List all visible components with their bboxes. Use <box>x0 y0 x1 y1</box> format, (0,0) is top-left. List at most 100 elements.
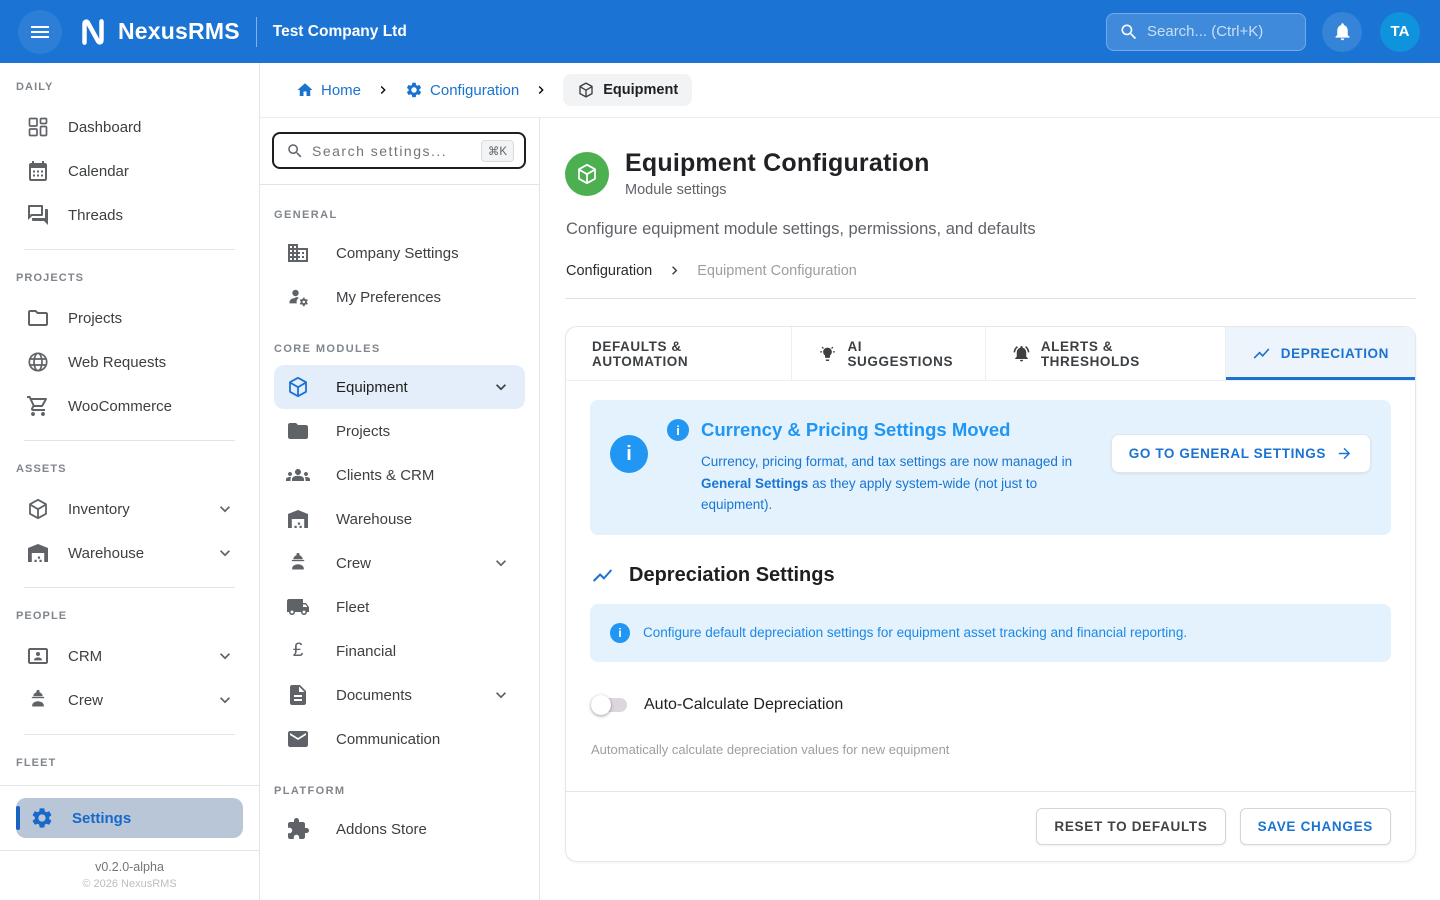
sidebar-item-web-requests[interactable]: Web Requests <box>0 340 259 384</box>
info-icon: i <box>610 435 648 473</box>
settings-item-warehouse[interactable]: Warehouse <box>260 497 539 541</box>
sidebar-item-inventory[interactable]: Inventory <box>0 487 259 531</box>
sidebar-item-label: Calendar <box>68 163 129 180</box>
section-label-assets: ASSETS <box>0 463 259 475</box>
sidebar-item-crm[interactable]: CRM <box>0 634 259 678</box>
header-rule <box>565 298 1416 299</box>
sidebar-item-crew[interactable]: Crew <box>0 678 259 722</box>
button-label: GO TO GENERAL SETTINGS <box>1129 446 1326 461</box>
gear-icon <box>405 81 423 99</box>
page-description: Configure equipment module settings, per… <box>566 220 1416 239</box>
contact-card-icon <box>26 644 50 668</box>
sub-breadcrumb-configuration[interactable]: Configuration <box>566 263 652 279</box>
toggle-thumb <box>591 695 611 715</box>
breadcrumb-label: Home <box>321 82 361 99</box>
puzzle-icon <box>286 817 310 841</box>
building-icon <box>286 241 310 265</box>
tab-ai-suggestions[interactable]: AI SUGGESTIONS <box>792 327 985 380</box>
cart-icon <box>26 394 50 418</box>
tab-depreciation[interactable]: DEPRECIATION <box>1226 327 1415 380</box>
notifications-button[interactable] <box>1322 12 1362 52</box>
sidebar-item-label: Threads <box>68 207 123 224</box>
section-label-projects: PROJECTS <box>0 272 259 284</box>
global-search[interactable] <box>1106 13 1306 51</box>
tab-defaults-automation[interactable]: DEFAULTS & AUTOMATION <box>566 327 792 380</box>
sidebar-item-projects[interactable]: Projects <box>0 296 259 340</box>
dashboard-icon <box>26 115 50 139</box>
user-avatar[interactable]: TA <box>1380 12 1420 52</box>
settings-item-documents[interactable]: Documents <box>260 673 539 717</box>
settings-item-projects[interactable]: Projects <box>260 409 539 453</box>
settings-item-label: Equipment <box>336 379 408 396</box>
chevron-down-icon <box>491 685 511 705</box>
depreciation-heading: Depreciation Settings <box>591 564 1391 587</box>
toggle-label: Auto-Calculate Depreciation <box>644 696 843 714</box>
go-to-general-settings-button[interactable]: GO TO GENERAL SETTINGS <box>1111 434 1371 473</box>
hamburger-menu-button[interactable] <box>18 10 62 54</box>
settings-search[interactable]: ⌘K <box>272 132 526 169</box>
page-subtitle: Module settings <box>625 182 930 198</box>
settings-item-addons-store[interactable]: Addons Store <box>260 807 539 851</box>
banner-body: Currency, pricing format, and tax settin… <box>701 451 1092 516</box>
tab-label: DEPRECIATION <box>1281 346 1389 361</box>
sidebar-divider <box>24 734 235 735</box>
top-header: NexusRMS Test Company Ltd TA <box>0 0 1440 63</box>
save-changes-button[interactable]: SAVE CHANGES <box>1240 808 1391 845</box>
settings-search-input[interactable] <box>312 143 473 159</box>
settings-item-clients-crm[interactable]: Clients & CRM <box>260 453 539 497</box>
reset-to-defaults-button[interactable]: RESET TO DEFAULTS <box>1036 808 1225 845</box>
sidebar-item-label: Projects <box>68 310 122 327</box>
box-icon <box>286 375 310 399</box>
chevron-right-icon <box>666 262 683 279</box>
folder-icon <box>286 419 310 443</box>
arrow-right-icon <box>1336 445 1353 462</box>
page-title: Equipment Configuration <box>625 149 930 178</box>
sidebar-item-threads[interactable]: Threads <box>0 193 259 237</box>
search-icon <box>1119 22 1139 42</box>
depreciation-info-box: i Configure default depreciation setting… <box>590 604 1391 662</box>
chevron-down-icon <box>215 646 235 666</box>
chevron-down-icon <box>215 543 235 563</box>
toggle-help-text: Automatically calculate depreciation val… <box>591 742 1391 757</box>
main-content: Equipment Configuration Module settings … <box>540 118 1440 900</box>
sidebar-item-calendar[interactable]: Calendar <box>0 149 259 193</box>
app-version: v0.2.0-alpha <box>0 860 259 874</box>
sidebar-item-label: Web Requests <box>68 354 166 371</box>
settings-item-fleet[interactable]: Fleet <box>260 585 539 629</box>
settings-item-company-settings[interactable]: Company Settings <box>260 231 539 275</box>
settings-item-crew[interactable]: Crew <box>260 541 539 585</box>
pound-icon: £ <box>286 640 310 662</box>
settings-item-label: Clients & CRM <box>336 467 434 484</box>
banner-title: Currency & Pricing Settings Moved <box>701 419 1010 441</box>
breadcrumb-configuration[interactable]: Configuration <box>405 81 519 99</box>
brand[interactable]: NexusRMS <box>76 15 240 49</box>
company-name: Test Company Ltd <box>273 23 407 41</box>
breadcrumb-home[interactable]: Home <box>296 81 361 99</box>
sub-breadcrumb: Configuration Equipment Configuration <box>566 262 1416 279</box>
section-label-fleet: FLEET <box>0 757 259 769</box>
settings-item-financial[interactable]: £ Financial <box>260 629 539 673</box>
primary-sidebar-nav: DAILY Dashboard Calendar Threads PROJECT… <box>0 63 259 785</box>
copyright: © 2026 NexusRMS <box>0 878 259 890</box>
auto-calculate-toggle[interactable] <box>591 695 627 715</box>
tab-alerts-thresholds[interactable]: ALERTS & THRESHOLDS <box>986 327 1226 380</box>
settings-item-my-preferences[interactable]: My Preferences <box>260 275 539 319</box>
tab-label: ALERTS & THRESHOLDS <box>1041 339 1199 369</box>
menu-icon <box>28 20 52 44</box>
sidebar-item-dashboard[interactable]: Dashboard <box>0 105 259 149</box>
sidebar-item-woocommerce[interactable]: WooCommerce <box>0 384 259 428</box>
app-name: NexusRMS <box>118 18 240 45</box>
settings-item-communication[interactable]: Communication <box>260 717 539 761</box>
settings-item-equipment[interactable]: Equipment <box>274 365 525 409</box>
global-search-input[interactable] <box>1147 23 1293 40</box>
lightbulb-icon <box>818 344 837 363</box>
folder-icon <box>26 306 50 330</box>
sidebar-item-label: CRM <box>68 648 102 665</box>
sidebar-item-warehouse[interactable]: Warehouse <box>0 531 259 575</box>
chevron-down-icon <box>215 499 235 519</box>
sidebar-item-settings[interactable]: Settings <box>16 798 243 838</box>
document-icon <box>286 683 310 707</box>
header-divider <box>256 17 257 47</box>
bell-icon <box>1332 21 1353 42</box>
home-icon <box>296 81 314 99</box>
